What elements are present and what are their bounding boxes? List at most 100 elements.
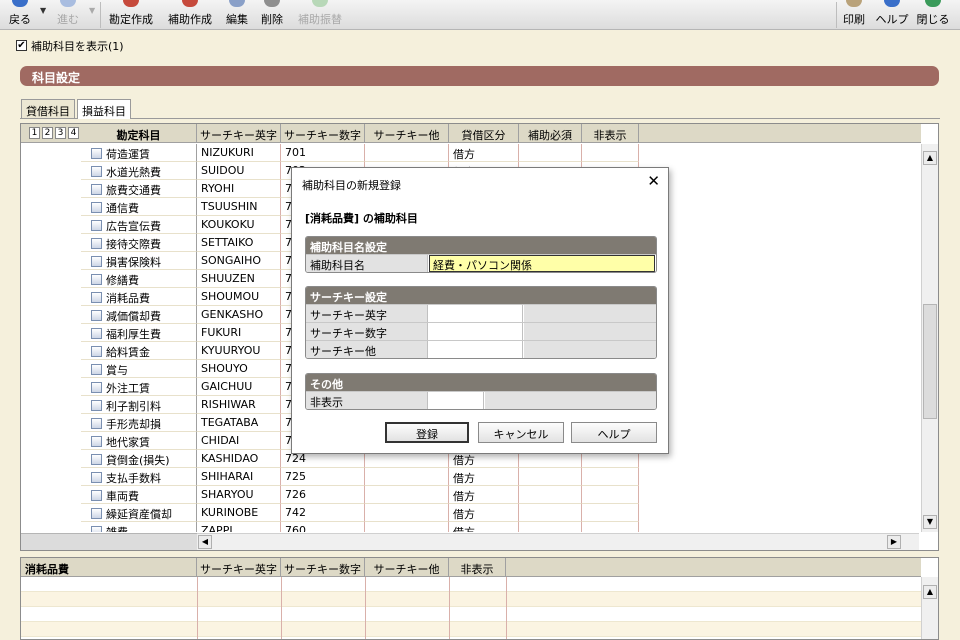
search-alpha-input[interactable]	[429, 305, 523, 322]
search-alpha-cell[interactable]: GENKASHO	[197, 306, 281, 324]
sub-col-header-search-num[interactable]: サーチキー数字	[281, 558, 365, 577]
search-alpha-cell[interactable]: SHARYOU	[197, 486, 281, 504]
search-num-cell[interactable]: 742	[281, 504, 365, 522]
account-name-cell[interactable]: 旅費交通費	[81, 180, 197, 198]
level-1-button[interactable]: 1	[29, 127, 40, 139]
search-alpha-cell[interactable]: RISHIWAR	[197, 396, 281, 414]
search-alpha-cell[interactable]: SHOUMOU	[197, 288, 281, 306]
dialog-close-icon[interactable]: ✕	[647, 173, 660, 189]
hidden-cell[interactable]	[582, 486, 639, 504]
level-3-button[interactable]: 3	[55, 127, 66, 139]
account-name-cell[interactable]: 修繕費	[81, 270, 197, 288]
vertical-scrollbar[interactable]: ▲ ▼	[921, 144, 938, 532]
forward-button[interactable]: 進む	[50, 0, 86, 30]
col-header-search-num[interactable]: サーチキー数字	[281, 124, 365, 143]
scroll-thumb[interactable]	[923, 304, 937, 419]
print-button[interactable]: 印刷	[838, 0, 870, 30]
scroll-right-icon[interactable]: ▶	[887, 535, 901, 549]
search-other-cell[interactable]	[365, 144, 449, 162]
search-alpha-cell[interactable]: KYUURYOU	[197, 342, 281, 360]
col-header-search-alpha[interactable]: サーチキー英字	[197, 124, 281, 143]
account-name-cell[interactable]: 雑費	[81, 522, 197, 532]
account-name-cell[interactable]: 賞与	[81, 360, 197, 378]
search-alpha-cell[interactable]: SHOUYO	[197, 360, 281, 378]
table-row[interactable]: 雑費 ZAPPI760 借方	[21, 522, 921, 532]
sub-required-cell[interactable]	[519, 504, 582, 522]
sub-col-header-search-alpha[interactable]: サーチキー英字	[197, 558, 281, 577]
account-name-cell[interactable]: 通信費	[81, 198, 197, 216]
level-4-button[interactable]: 4	[68, 127, 79, 139]
account-name-cell[interactable]: 支払手数料	[81, 468, 197, 486]
account-name-cell[interactable]: 損害保険料	[81, 252, 197, 270]
sub-col-header-account[interactable]: 消耗品費	[21, 558, 197, 577]
show-sub-accounts-checkbox[interactable]: ✔	[16, 40, 27, 51]
hidden-cell[interactable]	[582, 522, 639, 532]
search-alpha-cell[interactable]: KASHIDAO	[197, 450, 281, 468]
debit-credit-cell[interactable]: 借方	[449, 504, 519, 522]
show-sub-accounts-label[interactable]: 補助科目を表示(1)	[31, 38, 124, 54]
tab-balance-accounts[interactable]: 貸借科目	[21, 99, 75, 118]
help-button[interactable]: ヘルプ	[873, 0, 911, 30]
close-button[interactable]: 閉じる	[914, 0, 952, 30]
sub-required-cell[interactable]	[519, 522, 582, 532]
search-alpha-cell[interactable]: SETTAIKO	[197, 234, 281, 252]
account-name-cell[interactable]: 給料賃金	[81, 342, 197, 360]
sub-grid-row[interactable]	[21, 592, 921, 607]
level-2-button[interactable]: 2	[42, 127, 53, 139]
new-sub-account-button[interactable]: 補助作成	[163, 0, 217, 30]
account-name-cell[interactable]: 車両費	[81, 486, 197, 504]
hidden-input[interactable]	[429, 392, 484, 409]
cancel-button[interactable]: キャンセル	[478, 422, 564, 443]
hidden-cell[interactable]	[582, 144, 639, 162]
forward-dropdown-icon[interactable]: ▼	[89, 6, 95, 15]
edit-button[interactable]: 編集	[222, 0, 252, 30]
hidden-cell[interactable]	[582, 504, 639, 522]
search-alpha-cell[interactable]: SHUUZEN	[197, 270, 281, 288]
account-name-cell[interactable]: 減価償却費	[81, 306, 197, 324]
dialog-help-button[interactable]: ヘルプ	[571, 422, 657, 443]
search-num-cell[interactable]: 760	[281, 522, 365, 532]
col-header-search-other[interactable]: サーチキー他	[365, 124, 449, 143]
sub-name-input[interactable]: 経費・パソコン関係	[429, 255, 655, 272]
scroll-left-icon[interactable]: ◀	[198, 535, 212, 549]
search-other-cell[interactable]	[365, 504, 449, 522]
search-alpha-cell[interactable]: NIZUKURI	[197, 144, 281, 162]
search-other-cell[interactable]	[365, 468, 449, 486]
debit-credit-cell[interactable]: 借方	[449, 522, 519, 532]
table-row[interactable]: 繰延資産償却 KURINOBE 742 借方	[21, 504, 921, 522]
sub-col-header-search-other[interactable]: サーチキー他	[365, 558, 449, 577]
col-header-debit-credit[interactable]: 貸借区分	[449, 124, 519, 143]
scroll-up-icon[interactable]: ▲	[923, 151, 937, 165]
search-num-cell[interactable]: 725	[281, 468, 365, 486]
register-button[interactable]: 登録	[385, 422, 469, 443]
search-num-cell[interactable]: 701	[281, 144, 365, 162]
sub-grid-row[interactable]	[21, 622, 921, 637]
table-row[interactable]: 荷造運賃 NIZUKURI 701 借方	[21, 144, 921, 162]
search-alpha-cell[interactable]: TSUUSHIN	[197, 198, 281, 216]
search-alpha-cell[interactable]: KURINOBE	[197, 504, 281, 522]
account-name-cell[interactable]: 地代家賃	[81, 432, 197, 450]
search-other-input[interactable]	[429, 341, 523, 358]
back-dropdown-icon[interactable]: ▼	[40, 6, 46, 15]
account-name-cell[interactable]: 広告宣伝費	[81, 216, 197, 234]
sub-grid-row[interactable]	[21, 577, 921, 592]
back-button[interactable]: 戻る	[2, 0, 38, 30]
account-name-cell[interactable]: 貸倒金(損失)	[81, 450, 197, 468]
debit-credit-cell[interactable]: 借方	[449, 144, 519, 162]
search-other-cell[interactable]	[365, 486, 449, 504]
search-other-cell[interactable]	[365, 522, 449, 532]
new-account-button[interactable]: 勘定作成	[104, 0, 158, 30]
table-row[interactable]: 支払手数料 SHIHARAI 725 借方	[21, 468, 921, 486]
search-alpha-cell[interactable]: KOUKOKU	[197, 216, 281, 234]
search-alpha-cell[interactable]: SUIDOU	[197, 162, 281, 180]
col-header-sub-required[interactable]: 補助必須	[519, 124, 582, 143]
search-alpha-cell[interactable]: RYOHI	[197, 180, 281, 198]
sub-required-cell[interactable]	[519, 468, 582, 486]
horizontal-scrollbar[interactable]: ◀ ▶	[197, 533, 919, 550]
account-name-cell[interactable]: 接待交際費	[81, 234, 197, 252]
sub-transfer-button[interactable]: 補助振替	[294, 0, 346, 30]
debit-credit-cell[interactable]: 借方	[449, 468, 519, 486]
search-alpha-cell[interactable]: GAICHUU	[197, 378, 281, 396]
account-name-cell[interactable]: 利子割引料	[81, 396, 197, 414]
account-name-cell[interactable]: 福利厚生費	[81, 324, 197, 342]
